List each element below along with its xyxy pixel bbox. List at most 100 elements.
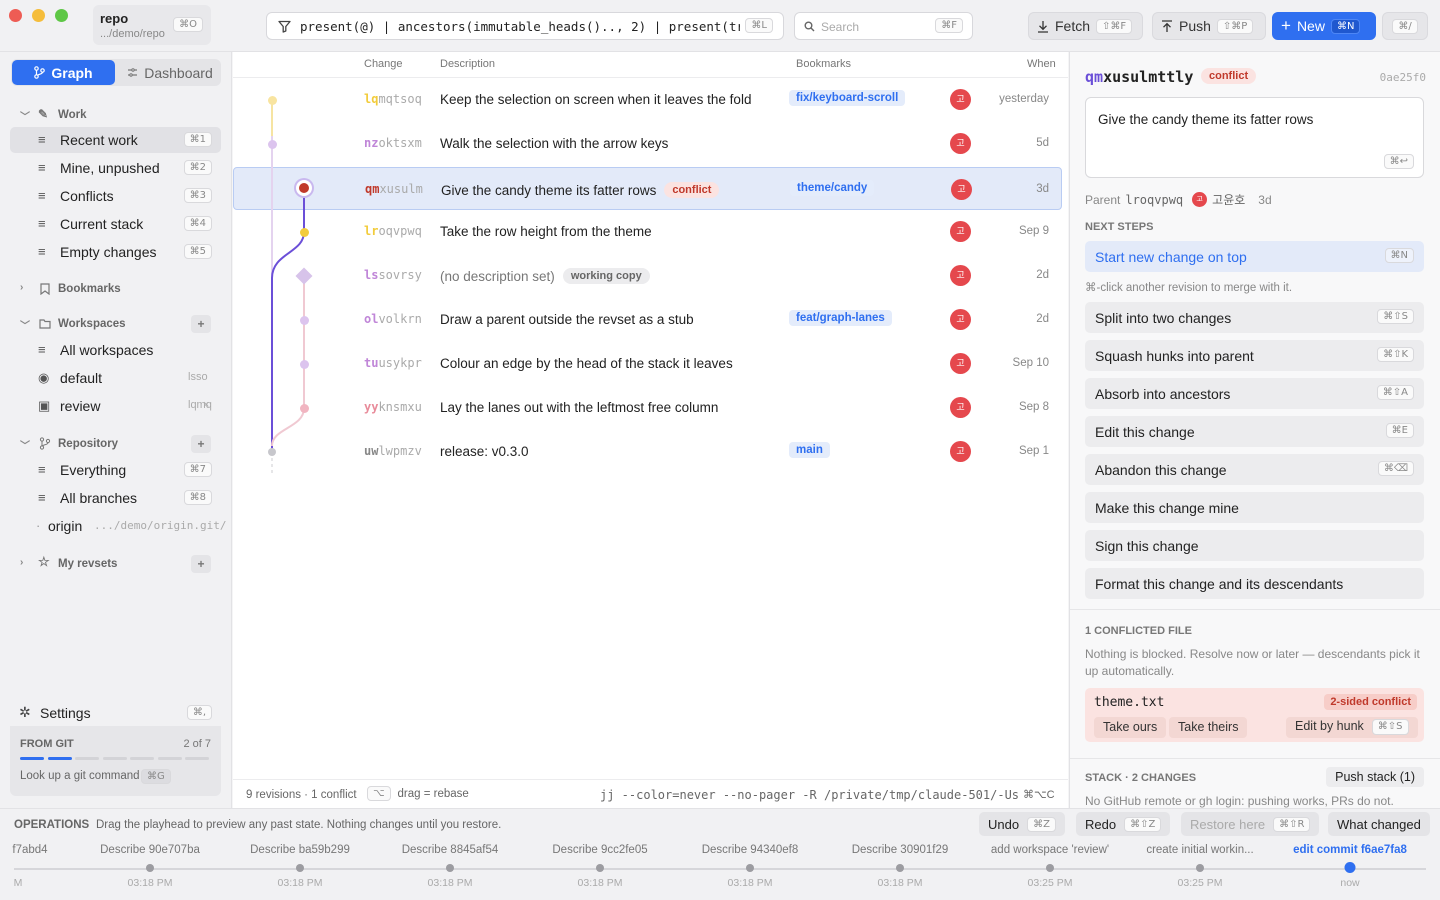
commit-node[interactable] [267, 95, 277, 105]
copy-command-shortcut[interactable]: ⌘⌥C [1023, 788, 1055, 801]
section-repository[interactable]: ﹀ Repository + [0, 434, 232, 454]
undo-button[interactable]: Undo ⌘Z [979, 812, 1065, 836]
action-format-this-change-and-its-descendants[interactable]: Format this change and its descendants [1085, 568, 1424, 599]
revset-input[interactable]: present(@) | ancestors(immutable_heads()… [266, 12, 784, 40]
take-ours-button[interactable]: Take ours [1094, 717, 1167, 738]
sidebar-item-workspace-all-workspaces[interactable]: ≡ All workspaces [10, 337, 221, 363]
operation-label[interactable]: Describe 9cc2fe05 [552, 844, 647, 856]
commit-row[interactable]: olvolkrn Draw a parent outside the revset… [233, 298, 1061, 342]
operation-label[interactable]: f7abd4 [12, 844, 47, 856]
change-id[interactable]: tuusykpr [364, 356, 422, 370]
tab-graph[interactable]: Graph [12, 60, 115, 85]
commit-row[interactable]: lssovrsy (no description set) working copy… [233, 254, 1061, 298]
take-theirs-button[interactable]: Take theirs [1169, 717, 1248, 738]
operation-label[interactable]: Describe 94340ef8 [702, 844, 799, 856]
sidebar-item-empty-changes[interactable]: ≡ Empty changes ⌘5 [10, 239, 221, 265]
action-make-this-change-mine[interactable]: Make this change mine [1085, 492, 1424, 523]
jj-command[interactable]: jj --color=never --no-pager -R /private/… [600, 788, 1018, 802]
commit-node[interactable] [267, 139, 277, 149]
operation-tick[interactable] [1196, 864, 1204, 872]
operation-label[interactable]: Describe ba59b299 [250, 844, 350, 856]
section-my-revsets[interactable]: › ☆ My revsets + [0, 554, 232, 574]
commit-row[interactable]: uwlwpmzv release: v0.3.0 main 고 Sep 1 [233, 430, 1061, 474]
action-squash-hunks-into-parent[interactable]: Squash hunks into parent ⌘⇧K [1085, 340, 1424, 371]
commit-row[interactable]: lqmqtsoq Keep the selection on screen whe… [233, 78, 1061, 122]
commit-node[interactable] [299, 227, 309, 237]
operation-label[interactable]: Describe 30901f29 [852, 844, 949, 856]
operation-tick[interactable] [296, 864, 304, 872]
change-id[interactable]: nzoktsxm [364, 136, 422, 150]
operation-tick[interactable] [746, 864, 754, 872]
sidebar-item-current-stack[interactable]: ≡ Current stack ⌘4 [10, 211, 221, 237]
push-stack-button[interactable]: Push stack (1) [1326, 767, 1424, 787]
action-edit-this-change[interactable]: Edit this change ⌘E [1085, 416, 1424, 447]
add-workspace-button[interactable]: + [191, 315, 211, 333]
change-id[interactable]: qmxusulmttly [1085, 68, 1193, 86]
section-bookmarks[interactable]: › Bookmarks [0, 279, 232, 299]
edit-by-hunk-button[interactable]: Edit by hunk ⌘⇧S [1286, 717, 1418, 738]
restore-here-button[interactable]: Restore here ⌘⇧R [1181, 812, 1320, 836]
what-changed-button[interactable]: What changed [1328, 812, 1430, 836]
change-id[interactable]: lroqvpwq [364, 224, 422, 238]
action-abandon-this-change[interactable]: Abandon this change ⌘⌫ [1085, 454, 1424, 485]
operation-label[interactable]: create initial workin... [1146, 844, 1253, 856]
redo-button[interactable]: Redo ⌘⇧Z [1076, 812, 1171, 836]
close-icon[interactable]: × [203, 399, 209, 411]
sidebar-item-all-branches[interactable]: ≡ All branches ⌘8 [10, 485, 221, 511]
commit-row[interactable]: nzoktsxm Walk the selection with the arro… [233, 122, 1061, 166]
settings-button[interactable]: ✲ Settings ⌘, [10, 700, 221, 726]
tab-dashboard[interactable]: Dashboard [121, 60, 219, 85]
commit-row[interactable]: tuusykpr Colour an edge by the head of th… [233, 342, 1061, 386]
repo-switcher[interactable]: repo .../demo/repo ⌘O [93, 5, 211, 45]
change-id[interactable]: uwlwpmzv [364, 444, 422, 458]
change-id[interactable]: yyknsmxu [364, 400, 422, 414]
sidebar-item-recent-work[interactable]: ≡ Recent work ⌘1 [10, 127, 221, 153]
add-revset-button[interactable]: + [191, 555, 211, 573]
help-button[interactable]: ⌘/ [1382, 12, 1428, 40]
commit-node[interactable] [299, 403, 309, 413]
operation-timeline-track[interactable] [14, 868, 1426, 870]
search-input[interactable]: Search ⌘F [794, 12, 973, 40]
commit-node[interactable] [299, 315, 309, 325]
sidebar-item-origin[interactable]: · origin .../demo/origin.git/ [10, 513, 226, 539]
operation-tick[interactable] [146, 864, 154, 872]
action-split-into-two-changes[interactable]: Split into two changes ⌘⇧S [1085, 302, 1424, 333]
sidebar-item-mine-unpushed[interactable]: ≡ Mine, unpushed ⌘2 [10, 155, 221, 181]
parent-id[interactable]: lroqvpwq [1125, 193, 1183, 207]
change-id[interactable]: qmxusulm [365, 182, 423, 196]
playhead[interactable] [1344, 862, 1356, 873]
sidebar-item-workspace-default[interactable]: ◉ default lsso [10, 365, 221, 391]
operation-label[interactable]: edit commit f6ae7fa8 [1293, 844, 1407, 856]
operation-tick[interactable] [446, 864, 454, 872]
action-absorb-into-ancestors[interactable]: Absorb into ancestors ⌘⇧A [1085, 378, 1424, 409]
operation-tick[interactable] [596, 864, 604, 872]
sidebar-item-everything[interactable]: ≡ Everything ⌘7 [10, 457, 221, 483]
add-remote-button[interactable]: + [191, 435, 211, 453]
change-id[interactable]: olvolkrn [364, 312, 422, 326]
commit-node[interactable] [299, 359, 309, 369]
section-workspaces[interactable]: ﹀ Workspaces + [0, 314, 232, 334]
commit-row[interactable]: lroqvpwq Take the row height from the the… [233, 210, 1061, 254]
minimize-window-button[interactable] [32, 9, 45, 22]
operation-label[interactable]: Describe 90e707ba [100, 844, 200, 856]
sidebar-item-workspace-review[interactable]: ▣ review lqmq × [10, 393, 221, 419]
commit-row[interactable]: yyknsmxu Lay the lanes out with the leftm… [233, 386, 1061, 430]
bookmark-tag[interactable]: fix/keyboard-scroll [789, 90, 906, 106]
fetch-button[interactable]: Fetch ⇧⌘F [1028, 12, 1143, 40]
commit-row[interactable]: qmxusulm Give the candy theme its fatter … [233, 167, 1062, 210]
commit-node[interactable] [268, 448, 276, 456]
operation-tick[interactable] [1046, 864, 1054, 872]
section-work[interactable]: ﹀ ✎ Work [0, 105, 232, 125]
close-window-button[interactable] [9, 9, 22, 22]
zoom-window-button[interactable] [55, 9, 68, 22]
commit-hash[interactable]: 0ae25f0 [1380, 71, 1426, 84]
start-new-change-button[interactable]: Start new change on top ⌘N [1085, 241, 1424, 272]
bookmark-tag[interactable]: feat/graph-lanes [789, 310, 892, 326]
description-editor[interactable]: Give the candy theme its fatter rows ⌘↩ [1085, 97, 1424, 178]
new-change-button[interactable]: + New ⌘N [1272, 12, 1376, 40]
action-sign-this-change[interactable]: Sign this change [1085, 530, 1424, 561]
operation-label[interactable]: add workspace 'review' [991, 844, 1109, 856]
operation-label[interactable]: Describe 8845af54 [402, 844, 499, 856]
bookmark-tag[interactable]: main [789, 442, 830, 458]
commit-node[interactable] [296, 180, 312, 196]
